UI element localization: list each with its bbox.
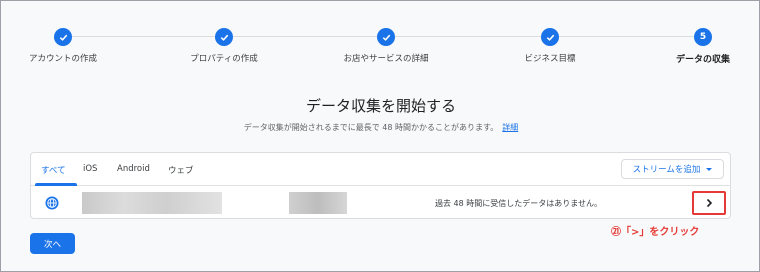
window: 5 アカウントの作成 プロパティの作成 お店やサービスの詳細 ビジネス目標 デー… bbox=[0, 0, 760, 272]
tab-ios[interactable]: iOS bbox=[83, 164, 97, 174]
step-connector bbox=[394, 36, 542, 37]
step-1-check-icon bbox=[54, 28, 72, 46]
subtitle-text: データ収集が開始されるまでに最長で 48 時間かかることがあります。 bbox=[243, 123, 499, 132]
globe-icon bbox=[45, 196, 59, 210]
step-connector bbox=[232, 36, 378, 37]
no-data-status: 過去 48 時間に受信したデータはありません。 bbox=[435, 199, 603, 208]
redacted-stream-name bbox=[82, 192, 222, 214]
step-label-active: データの収集 bbox=[675, 55, 731, 65]
tab-web[interactable]: ウェブ bbox=[168, 164, 194, 176]
stepper: 5 アカウントの作成 プロパティの作成 お店やサービスの詳細 ビジネス目標 デー… bbox=[1, 1, 760, 81]
step-3-check-icon bbox=[377, 28, 395, 46]
step-connector bbox=[70, 36, 216, 37]
step-2-check-icon bbox=[215, 28, 233, 46]
redacted-stream-id bbox=[289, 192, 347, 214]
step-label: プロパティの作成 bbox=[190, 54, 258, 64]
add-stream-button[interactable]: ストリームを追加 bbox=[621, 159, 724, 179]
instruction-annotation: ㉑「>」をクリック bbox=[611, 227, 700, 238]
tab-all[interactable]: すべて bbox=[41, 164, 66, 176]
details-link[interactable]: 詳細 bbox=[502, 123, 518, 132]
chevron-right-icon bbox=[706, 198, 713, 208]
step-connector bbox=[558, 36, 694, 37]
add-stream-label: ストリームを追加 bbox=[632, 165, 701, 175]
step-label: アカウントの作成 bbox=[28, 54, 98, 64]
open-stream-chevron-button[interactable] bbox=[692, 191, 726, 215]
stream-row[interactable]: 過去 48 時間に受信したデータはありません。 bbox=[31, 186, 730, 220]
platform-tabs: すべて iOS Android ウェブ ストリームを追加 bbox=[31, 153, 730, 186]
page-title: データ収集を開始する bbox=[305, 97, 456, 115]
streams-card: すべて iOS Android ウェブ ストリームを追加 過去 48 時間に受信… bbox=[30, 152, 731, 219]
caret-down-icon bbox=[706, 167, 713, 171]
step-5-number: 5 bbox=[694, 28, 712, 46]
next-button[interactable]: 次へ bbox=[30, 233, 75, 254]
page-subtitle: データ収集が開始されるまでに最長で 48 時間かかることがあります。 詳細 bbox=[1, 122, 760, 133]
step-4-check-icon bbox=[541, 28, 559, 46]
step-label: お店やサービスの詳細 bbox=[343, 54, 429, 64]
step-label: ビジネス目標 bbox=[524, 54, 576, 64]
tab-android[interactable]: Android bbox=[117, 164, 150, 174]
